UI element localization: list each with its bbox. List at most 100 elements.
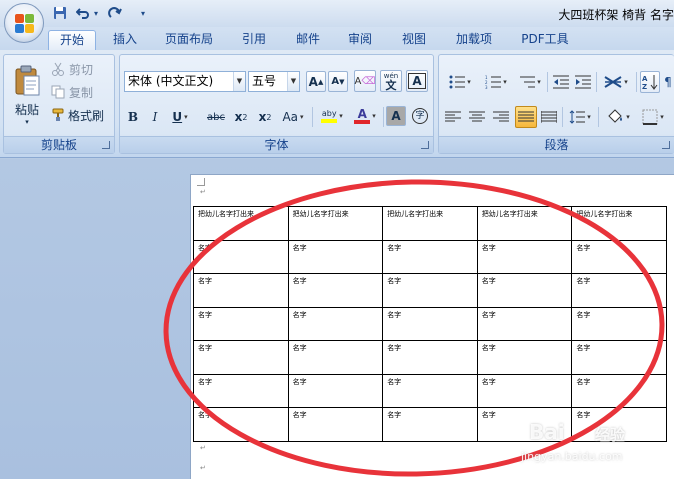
font-size-dropdown-icon: ▼ — [287, 72, 299, 91]
format-painter-label: 格式刷 — [68, 108, 105, 123]
align-left-button[interactable] — [443, 107, 463, 127]
table-cell[interactable]: 名字 — [382, 273, 478, 308]
office-button[interactable] — [4, 3, 44, 43]
paste-button[interactable]: 粘贴 ▾ — [8, 59, 46, 131]
table-cell[interactable]: 名字 — [193, 340, 289, 375]
multilevel-list-button[interactable]: ▾ — [515, 71, 545, 93]
phonetic-guide-button[interactable]: wén 文 — [380, 70, 402, 92]
tab-home[interactable]: 开始 — [48, 30, 96, 50]
bold-button[interactable]: B — [124, 107, 142, 127]
strikethrough-button[interactable]: abc — [204, 107, 228, 127]
borders-button[interactable]: ▾ — [636, 107, 670, 127]
table-cell[interactable]: 名字 — [476, 239, 573, 274]
chinese-layout-button[interactable]: ▾ — [599, 71, 633, 93]
distributed-button[interactable] — [539, 107, 559, 127]
undo-icon[interactable] — [74, 4, 92, 22]
decrease-indent-icon — [553, 75, 569, 89]
sort-button[interactable]: AZ — [640, 71, 660, 93]
enclose-characters-button[interactable]: 字 — [410, 106, 430, 126]
table-cell[interactable]: 名字 — [193, 273, 289, 308]
superscript-button[interactable]: x2 — [254, 107, 276, 127]
name-table[interactable]: 把幼儿名字打出来 把幼儿名字打出来 把幼儿名字打出来 把幼儿名字打出来 把幼儿名… — [193, 206, 667, 442]
table-cell[interactable]: 名字 — [193, 306, 289, 341]
table-cell[interactable]: 名字 — [287, 340, 384, 375]
tab-add-ins[interactable]: 加载项 — [446, 30, 502, 50]
bullets-button[interactable]: ▾ — [443, 71, 477, 93]
table-cell[interactable]: 把幼儿名字打出来 — [287, 206, 384, 241]
table-cell[interactable]: 名字 — [193, 407, 289, 442]
tab-references[interactable]: 引用 — [232, 30, 276, 50]
justify-button[interactable] — [515, 106, 537, 128]
table-cell[interactable]: 把幼儿名字打出来 — [476, 206, 573, 241]
font-name-select[interactable]: 宋体 (中文正文) ▼ — [124, 71, 246, 92]
table-cell[interactable]: 名字 — [287, 273, 384, 308]
table-cell[interactable]: 名字 — [287, 373, 384, 408]
table-cell[interactable]: 名字 — [476, 373, 573, 408]
font-color-button[interactable]: A ▾ — [350, 105, 380, 127]
table-cell[interactable]: 名字 — [476, 306, 573, 341]
table-cell[interactable]: 名字 — [571, 306, 667, 341]
table-cell[interactable]: 名字 — [193, 239, 289, 274]
table-cell[interactable]: 名字 — [571, 273, 667, 308]
table-cell[interactable]: 名字 — [571, 239, 667, 274]
save-icon[interactable] — [52, 4, 68, 22]
underline-button[interactable]: U ▾ — [168, 107, 192, 127]
show-hide-marks-button[interactable]: ¶ — [661, 71, 674, 93]
table-cell[interactable]: 名字 — [287, 407, 384, 442]
table-cell[interactable]: 名字 — [571, 373, 667, 408]
table-cell[interactable]: 名字 — [382, 306, 478, 341]
table-cell[interactable]: 名字 — [476, 273, 573, 308]
clipboard-launcher-icon[interactable] — [102, 141, 110, 149]
shrink-font-button[interactable]: A ▼ — [328, 71, 348, 92]
table-cell[interactable]: 名字 — [287, 239, 384, 274]
baidu-watermark: Bai 经验 jingyan.baidu.com — [515, 416, 674, 476]
table-cell[interactable]: 把幼儿名字打出来 — [571, 206, 667, 241]
tab-page-layout[interactable]: 页面布局 — [156, 30, 222, 50]
tab-insert[interactable]: 插入 — [102, 30, 148, 50]
copy-button[interactable]: 复制 — [50, 82, 112, 102]
align-center-button[interactable] — [467, 107, 487, 127]
table-cell[interactable]: 名字 — [571, 340, 667, 375]
cut-label: 剪切 — [69, 62, 94, 77]
svg-text:A: A — [642, 75, 648, 83]
tab-mailings[interactable]: 邮件 — [286, 30, 330, 50]
tab-view[interactable]: 视图 — [392, 30, 436, 50]
tab-review[interactable]: 审阅 — [338, 30, 382, 50]
decrease-indent-button[interactable] — [551, 71, 571, 93]
paint-bucket-icon — [608, 109, 623, 123]
table-cell[interactable]: 名字 — [382, 373, 478, 408]
tab-pdf-tools[interactable]: PDF工具 — [512, 30, 578, 50]
table-cell[interactable]: 把幼儿名字打出来 — [193, 206, 289, 241]
clear-format-button[interactable]: A ⌫ — [354, 70, 376, 92]
format-painter-button[interactable]: 格式刷 — [50, 105, 114, 125]
text-highlight-button[interactable]: aby ▾ — [316, 105, 348, 127]
line-spacing-button[interactable]: ▾ — [565, 107, 595, 127]
paragraph-separator — [547, 72, 548, 92]
table-cell[interactable]: 名字 — [193, 373, 289, 408]
table-cell[interactable]: 名字 — [382, 407, 478, 442]
table-cell[interactable]: 名字 — [382, 340, 478, 375]
shading-button[interactable]: ▾ — [602, 107, 634, 127]
subscript-button[interactable]: x2 — [230, 107, 252, 127]
change-case-button[interactable]: Aa ▾ — [278, 107, 308, 127]
numbering-button[interactable]: 1 2 3 ▾ — [479, 71, 513, 93]
align-right-button[interactable] — [491, 107, 511, 127]
increase-indent-button[interactable] — [573, 71, 593, 93]
character-border-button[interactable]: A — [406, 70, 428, 92]
italic-button[interactable]: I — [146, 107, 164, 127]
grow-font-button[interactable]: A ▲ — [306, 71, 326, 92]
redo-icon[interactable] — [106, 4, 124, 22]
table-cell[interactable]: 名字 — [476, 340, 573, 375]
cut-button[interactable]: 剪切 — [50, 59, 112, 79]
table-cell[interactable]: 把幼儿名字打出来 — [382, 206, 478, 241]
customize-quick-access[interactable]: ▾ — [138, 4, 148, 22]
undo-dropdown[interactable]: ▾ — [92, 4, 100, 22]
paragraph-launcher-icon[interactable] — [662, 141, 670, 149]
font-size-select[interactable]: 五号 ▼ — [248, 71, 300, 92]
table-cell[interactable]: 名字 — [382, 239, 478, 274]
character-shading-button[interactable]: A — [386, 106, 406, 126]
font-launcher-icon[interactable] — [421, 141, 429, 149]
numbering-icon: 123 — [485, 75, 502, 89]
copy-label: 复制 — [69, 85, 94, 100]
table-cell[interactable]: 名字 — [287, 306, 384, 341]
